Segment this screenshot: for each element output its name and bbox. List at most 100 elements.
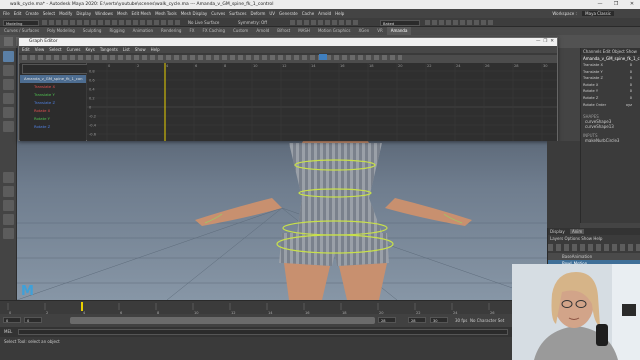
command-input[interactable] bbox=[18, 329, 508, 335]
shelf-tab-arnold[interactable]: Arnold bbox=[252, 27, 273, 35]
graph-outliner-search[interactable] bbox=[22, 64, 88, 74]
menu-curves[interactable]: Curves bbox=[211, 11, 225, 16]
layer-menu-show[interactable]: Show bbox=[581, 236, 592, 241]
symmetry-label[interactable]: Symmetry: Off bbox=[238, 18, 267, 27]
cb-channel-row[interactable]: Translate Z 0 bbox=[581, 75, 640, 82]
layer-menu-layers[interactable]: Layers bbox=[550, 236, 563, 241]
menu-edit[interactable]: Edit bbox=[14, 11, 22, 16]
cb-tab-show[interactable]: Show bbox=[626, 49, 637, 54]
curve-mode-button[interactable] bbox=[319, 54, 327, 60]
graph-outliner-channel[interactable]: Translate X bbox=[20, 83, 86, 91]
shelf-tab-motion-graphics[interactable]: Motion Graphics bbox=[314, 27, 355, 35]
panel-icons[interactable] bbox=[425, 20, 495, 25]
live-surface-label[interactable]: No Live Surface bbox=[188, 18, 219, 27]
range-inner-start-field[interactable]: 0 bbox=[24, 317, 42, 323]
cb-channel-value[interactable]: 0 bbox=[610, 88, 640, 95]
shelf-tab-vr[interactable]: VR bbox=[373, 27, 387, 35]
shelf-tab-amanda[interactable]: Amanda bbox=[386, 27, 412, 35]
graph-outliner-object[interactable]: Amanda_v_GM_spine_fk_1_con bbox=[20, 75, 86, 83]
select-tool-icon[interactable] bbox=[3, 51, 14, 62]
cb-channel-value[interactable]: 0 bbox=[610, 75, 640, 82]
menu-set-dropdown[interactable]: Modeling bbox=[3, 19, 39, 26]
graph-outliner-channel[interactable]: Rotate Y bbox=[20, 115, 86, 123]
menu-cache[interactable]: Cache bbox=[302, 11, 314, 16]
shelf-tab-animation[interactable]: Animation bbox=[129, 27, 157, 35]
range-start-field[interactable]: 0 bbox=[3, 317, 21, 323]
four-pane-layout-icon[interactable] bbox=[3, 186, 14, 197]
cb-object-name[interactable]: Amanda_v_GM_spine_fk_1_control bbox=[581, 55, 640, 62]
menu-edit-mesh[interactable]: Edit Mesh bbox=[132, 11, 152, 16]
cb-channel-value[interactable]: 0 bbox=[610, 62, 640, 69]
ge-menu-curves[interactable]: Curves bbox=[67, 47, 81, 52]
cb-channel-row[interactable]: Translate Y 0 bbox=[581, 69, 640, 76]
menu-modify[interactable]: Modify bbox=[59, 11, 72, 16]
menu-display[interactable]: Display bbox=[76, 11, 91, 16]
side-by-side-layout-icon[interactable] bbox=[3, 200, 14, 211]
character-model[interactable] bbox=[195, 130, 472, 300]
shelf-tab-poly[interactable]: Poly Modeling bbox=[43, 27, 79, 35]
lasso-tool-icon[interactable] bbox=[3, 65, 14, 76]
ge-menu-help[interactable]: Help bbox=[151, 47, 160, 52]
shelf-tab-curves[interactable]: Curves / Surfaces bbox=[0, 27, 43, 35]
graph-outliner-channel[interactable]: Rotate X bbox=[20, 107, 86, 115]
cb-tab-channels[interactable]: Channels bbox=[583, 49, 602, 54]
ge-menu-edit[interactable]: Edit bbox=[22, 47, 30, 52]
range-end-out-field[interactable]: 30 bbox=[430, 317, 448, 323]
menu-generate[interactable]: Generate bbox=[279, 11, 298, 16]
outliner-layout-icon[interactable] bbox=[3, 228, 14, 239]
cb-channel-value[interactable]: 0 bbox=[610, 95, 640, 102]
menu-arnold[interactable]: Arnold bbox=[318, 11, 331, 16]
menu-file[interactable]: File bbox=[3, 11, 10, 16]
ge-menu-select[interactable]: Select bbox=[49, 47, 61, 52]
workspace-selector[interactable]: Workspace : Maya Classic bbox=[552, 9, 618, 18]
layer-menu-options[interactable]: Options bbox=[565, 236, 580, 241]
range-end-field[interactable]: 28 bbox=[408, 317, 426, 323]
cb-channel-row[interactable]: Rotate Order xyz bbox=[581, 102, 640, 109]
menu-windows[interactable]: Windows bbox=[95, 11, 113, 16]
cb-channel-row[interactable]: Rotate Z 0 bbox=[581, 95, 640, 102]
persp-graph-layout-icon[interactable] bbox=[3, 214, 14, 225]
shelf-tab-mash[interactable]: MASH bbox=[294, 27, 314, 35]
cb-shape-2[interactable]: curveShape13 bbox=[581, 124, 640, 129]
graph-outliner-channel[interactable]: Rotate Z bbox=[20, 123, 86, 131]
layer-tab-display[interactable]: Display bbox=[550, 229, 565, 234]
workspace-dropdown[interactable]: Maya Classic bbox=[582, 11, 614, 16]
cb-channel-value[interactable]: xyz bbox=[610, 102, 640, 109]
menu-mesh-display[interactable]: Mesh Display bbox=[181, 11, 208, 16]
shelf-tab-fx-caching[interactable]: FX Caching bbox=[199, 27, 229, 35]
menu-create[interactable]: Create bbox=[25, 11, 38, 16]
shelf-tab-rigging[interactable]: Rigging bbox=[105, 27, 128, 35]
layer-menu-help[interactable]: Help bbox=[593, 236, 602, 241]
fps-label[interactable]: 30 fps bbox=[455, 317, 467, 324]
status-icons[interactable] bbox=[42, 20, 182, 25]
maximize-icon[interactable]: ❐ bbox=[608, 0, 624, 9]
single-pane-layout-icon[interactable] bbox=[3, 172, 14, 183]
move-tool-icon[interactable] bbox=[3, 93, 14, 104]
layer-row-base[interactable]: BaseAnimation bbox=[548, 253, 640, 260]
ge-menu-list[interactable]: List bbox=[123, 47, 130, 52]
shelf-tab-sculpting[interactable]: Sculpting bbox=[79, 27, 106, 35]
range-inner-end-field[interactable]: 28 bbox=[378, 317, 396, 323]
ge-menu-keys[interactable]: Keys bbox=[85, 47, 94, 52]
layer-tab-anim[interactable]: Anim bbox=[570, 229, 585, 234]
cb-channel-row[interactable]: Rotate X 0 bbox=[581, 82, 640, 89]
menu-surfaces[interactable]: Surfaces bbox=[229, 11, 246, 16]
scale-tool-icon[interactable] bbox=[3, 121, 14, 132]
graph-curve-canvas[interactable]: 0.80.60.40.20-0.2-0.4-0.60 2 4 6 8 10 12 14 16 18… bbox=[87, 63, 557, 141]
shelf-tab-rendering[interactable]: Rendering bbox=[157, 27, 185, 35]
graph-editor-window-controls[interactable]: — ❐ ✕ bbox=[536, 38, 554, 46]
range-slider-handle[interactable] bbox=[70, 317, 375, 324]
cb-channel-value[interactable]: 0 bbox=[610, 82, 640, 89]
ge-menu-view[interactable]: View bbox=[35, 47, 45, 52]
cb-channel-row[interactable]: Translate X 0 bbox=[581, 62, 640, 69]
camera-dropdown[interactable]: Baked bbox=[380, 19, 420, 26]
minimize-icon[interactable]: — bbox=[592, 0, 608, 9]
paint-select-tool-icon[interactable] bbox=[3, 79, 14, 90]
time-slider-current-frame-marker[interactable] bbox=[81, 302, 83, 311]
ge-menu-tangents[interactable]: Tangents bbox=[100, 47, 118, 52]
menu-deform[interactable]: Deform bbox=[250, 11, 265, 16]
graph-editor-tool-buttons[interactable] bbox=[22, 55, 402, 60]
menu-mesh-tools[interactable]: Mesh Tools bbox=[155, 11, 177, 16]
command-language-label[interactable]: MEL bbox=[4, 327, 12, 337]
menu-mesh[interactable]: Mesh bbox=[117, 11, 128, 16]
